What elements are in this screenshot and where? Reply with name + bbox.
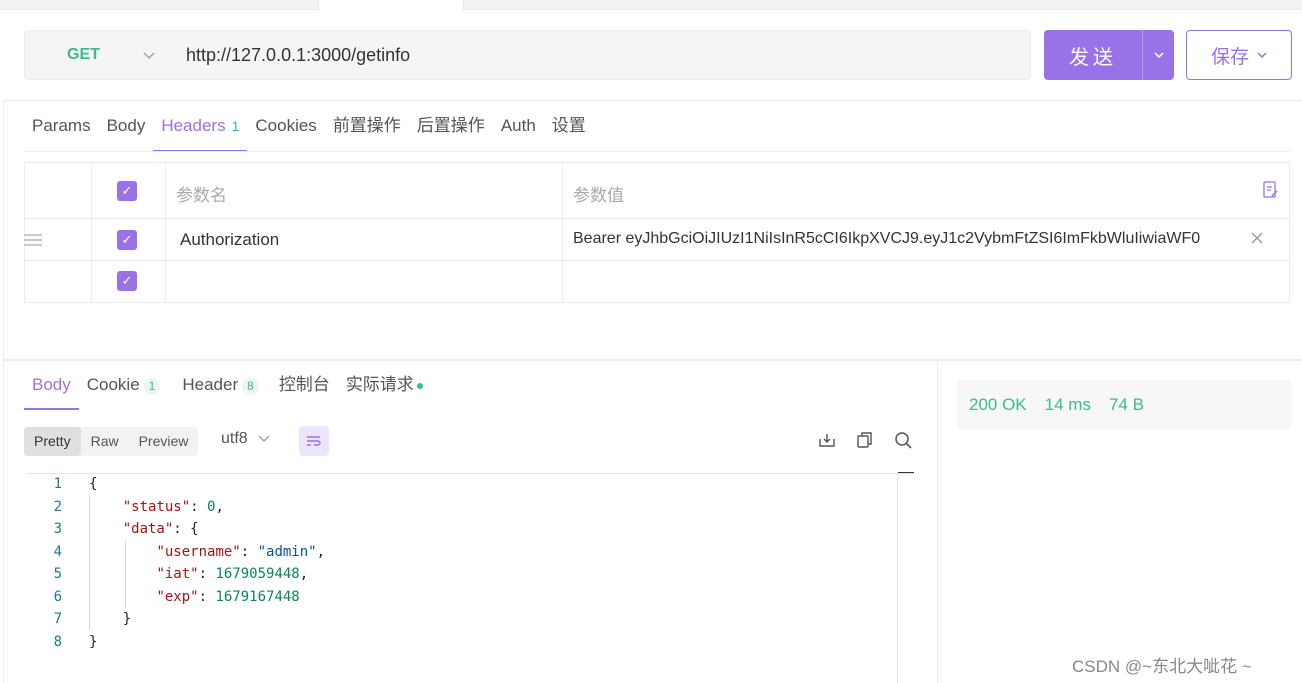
response-tabs: Body Cookie 1 Header 8 控制台 实际请求	[24, 370, 431, 410]
headers-table: ✓ 参数名 参数值 ✓ Authorization Bearer eyJhbGc…	[24, 162, 1290, 303]
tab-console[interactable]: 控制台	[271, 370, 338, 410]
headers-count: 1	[231, 118, 240, 134]
header-count-badge: 8	[242, 378, 259, 395]
divider	[3, 100, 4, 683]
chevron-down-icon	[1153, 52, 1164, 58]
request-tabs: Params Body Headers 1 Cookies 前置操作 后置操作 A…	[24, 112, 594, 152]
table-cell: ✓	[92, 219, 166, 261]
column-header-name: 参数名	[176, 186, 227, 205]
tab-cookies[interactable]: Cookies	[247, 112, 324, 152]
tab-actual-request[interactable]: 实际请求	[338, 370, 431, 410]
tab-settings[interactable]: 设置	[544, 112, 594, 152]
divider	[4, 100, 1302, 101]
panel-divider[interactable]	[937, 361, 938, 683]
code-line: "username": "admin",	[156, 544, 326, 560]
line-number: 3	[53, 521, 62, 537]
table-cell: Bearer eyJhbGciOiJIUzI1NiIsInR5cCI6IkpXV…	[563, 219, 1290, 261]
table-header-cell: ✓	[92, 163, 166, 219]
tab-body[interactable]: Body	[99, 112, 154, 152]
scrollbar-thumb[interactable]	[898, 472, 914, 494]
chevron-down-icon	[258, 435, 270, 442]
drag-handle-cell	[25, 261, 92, 302]
wrap-icon	[307, 436, 321, 446]
code-line: "data": {	[122, 521, 199, 537]
line-number: 8	[53, 634, 62, 650]
code-line: "iat": 1679059448,	[156, 566, 309, 582]
search-icon[interactable]	[894, 431, 914, 451]
code-line: }	[89, 634, 98, 650]
tab-response-body[interactable]: Body	[24, 370, 79, 410]
line-number: 4	[53, 544, 62, 560]
response-time: 14 ms	[1044, 394, 1091, 414]
method-select[interactable]: GET	[24, 30, 172, 80]
save-button[interactable]: 保存	[1186, 30, 1292, 80]
url-input[interactable]: http://127.0.0.1:3000/getinfo	[171, 30, 1031, 80]
select-all-checkbox[interactable]: ✓	[117, 181, 137, 201]
tab-post-request[interactable]: 后置操作	[409, 112, 493, 152]
word-wrap-button[interactable]	[299, 426, 329, 456]
header-name-input[interactable]	[166, 261, 563, 302]
encoding-select[interactable]: utf8	[221, 430, 270, 448]
line-number: 2	[53, 499, 62, 515]
line-number: 6	[53, 589, 62, 605]
active-top-tab[interactable]	[318, 0, 464, 11]
status-dot	[416, 382, 423, 389]
divider	[4, 359, 1302, 361]
tab-params[interactable]: Params	[24, 112, 99, 152]
code-line: }	[122, 611, 132, 627]
code-line: {	[89, 476, 98, 492]
method-label: GET	[67, 46, 100, 63]
scrollbar[interactable]	[897, 473, 915, 683]
chevron-down-icon	[143, 48, 155, 63]
indent-guide	[89, 496, 90, 630]
header-value-input[interactable]: Bearer eyJhbGciOiJIUzI1NiIsInR5cCI6IkpXV…	[573, 230, 1217, 248]
send-button-group: 发送	[1044, 30, 1174, 80]
format-pretty[interactable]: Pretty	[24, 427, 81, 456]
chevron-down-icon	[1257, 52, 1267, 58]
status-code: 200 OK	[969, 394, 1027, 414]
response-size: 74 B	[1108, 394, 1144, 414]
format-raw[interactable]: Raw	[81, 427, 129, 456]
code-line: "status": 0,	[122, 499, 224, 515]
table-cell: ✓	[92, 261, 166, 302]
copy-icon[interactable]	[856, 431, 876, 451]
tab-headers[interactable]: Headers 1	[153, 112, 248, 152]
encoding-label: utf8	[221, 430, 248, 447]
line-number: 5	[53, 566, 62, 582]
format-switcher: Pretty Raw Preview	[24, 427, 199, 456]
save-label: 保存	[1210, 46, 1249, 68]
bulk-edit-icon[interactable]	[1263, 181, 1279, 204]
send-button[interactable]: 发送	[1044, 30, 1143, 80]
divider	[24, 151, 1290, 152]
line-number: 7	[53, 611, 62, 627]
table-header-cell: 参数值	[563, 163, 1290, 219]
table-header-cell: 参数名	[166, 163, 563, 219]
response-status-panel: 200 OK 14 ms 74 B	[957, 380, 1292, 429]
tab-response-cookie[interactable]: Cookie 1	[79, 370, 169, 410]
tab-auth[interactable]: Auth	[493, 112, 544, 152]
delete-row-icon[interactable]	[1251, 231, 1263, 249]
format-preview[interactable]: Preview	[129, 427, 199, 456]
column-header-value: 参数值	[573, 186, 624, 205]
watermark: CSDN @~东北大呲花 ~	[1072, 657, 1252, 676]
row-checkbox[interactable]: ✓	[117, 271, 137, 291]
send-dropdown-button[interactable]	[1143, 30, 1174, 80]
row-checkbox[interactable]: ✓	[117, 230, 137, 250]
tab-response-header[interactable]: Header 8	[174, 370, 266, 410]
header-value-input[interactable]	[563, 261, 1290, 302]
code-line: "exp": 1679167448	[156, 589, 300, 605]
top-tab-strip	[0, 0, 1302, 10]
response-body-editor[interactable]: 1 { 2 "status": 0, 3 "data": { 4 "userna…	[26, 473, 915, 683]
header-name-input[interactable]: Authorization	[180, 230, 279, 250]
line-number: 1	[53, 476, 62, 492]
table-header-cell	[25, 163, 92, 219]
cookie-count-badge: 1	[143, 378, 161, 395]
download-icon[interactable]	[818, 431, 838, 451]
table-cell: Authorization	[166, 219, 563, 261]
drag-handle-icon[interactable]	[24, 234, 42, 249]
tab-pre-request[interactable]: 前置操作	[325, 112, 409, 152]
